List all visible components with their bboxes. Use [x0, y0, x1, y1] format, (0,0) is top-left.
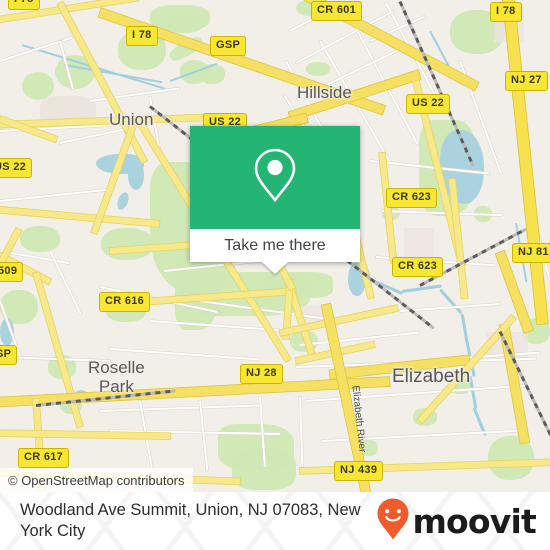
- street: [49, 250, 82, 315]
- park-area: [488, 436, 534, 480]
- take-me-there-label: Take me there: [224, 236, 326, 254]
- route-shield-cr617: CR 617: [18, 448, 70, 468]
- street: [99, 404, 260, 412]
- route-shield-us22-edge: US 22: [0, 158, 33, 178]
- route-shield-i78: I 78: [126, 26, 158, 46]
- park-area: [20, 226, 60, 252]
- route-shield-cr616: CR 616: [99, 292, 151, 312]
- attribution-text: © OpenStreetMap contributors: [8, 472, 185, 488]
- map-attribution[interactable]: © OpenStreetMap contributors: [0, 468, 193, 492]
- popup-image-area: [190, 126, 360, 229]
- water-body: [128, 160, 144, 190]
- map-canvas[interactable]: Union Hillside Roselle Park Elizabeth El…: [0, 0, 550, 492]
- route-shield-nj27: NJ 27: [505, 71, 548, 91]
- route-shield-cr623-s: CR 623: [392, 257, 444, 277]
- route-shield-nj81: NJ 81: [512, 243, 550, 263]
- route-shield-nj28: NJ 28: [240, 364, 283, 384]
- popup-pointer-tip: [262, 262, 288, 274]
- moovit-map-screenshot: Union Hillside Roselle Park Elizabeth El…: [0, 0, 550, 550]
- park-area: [166, 17, 202, 33]
- park-area: [101, 228, 153, 260]
- highway: [0, 206, 160, 227]
- route-shield-gsp: GSP: [210, 36, 247, 56]
- street: [199, 400, 209, 471]
- route-shield-gsp-sw: SP: [0, 345, 18, 365]
- address-text: Woodland Ave Summit, Union, NJ 07083, Ne…: [20, 501, 361, 540]
- street: [0, 188, 110, 202]
- street: [299, 396, 304, 467]
- moovit-pin-icon: [376, 497, 410, 546]
- location-popup-card[interactable]: Take me there: [190, 126, 360, 274]
- route-shield-nj439: NJ 439: [334, 461, 384, 481]
- stream: [460, 313, 468, 340]
- place-label-elizabeth: Elizabeth: [392, 366, 471, 387]
- place-label-hillside: Hillside: [297, 83, 352, 102]
- footer-bar: Woodland Ave Summit, Union, NJ 07083, Ne…: [0, 492, 550, 550]
- stream: [438, 288, 463, 315]
- moovit-wordmark: moovit: [412, 501, 536, 541]
- park-area: [306, 62, 330, 76]
- place-label-union: Union: [109, 110, 154, 129]
- place-label-roselle-park: Roselle Park: [88, 358, 145, 396]
- water-body: [115, 190, 131, 212]
- map-pin-icon: [252, 146, 298, 209]
- moovit-logo[interactable]: moovit: [376, 497, 537, 546]
- route-shield-cr601: CR 601: [311, 1, 363, 21]
- route-shield-cr623-n: CR 623: [386, 188, 438, 208]
- route-shield-i78-ne: I 78: [490, 2, 522, 22]
- take-me-there-button[interactable]: Take me there: [190, 229, 360, 262]
- route-shield-us22-e: US 22: [406, 94, 451, 114]
- route-shield-i78-nw: I 78: [8, 0, 40, 10]
- route-shield-509: 509: [0, 262, 24, 282]
